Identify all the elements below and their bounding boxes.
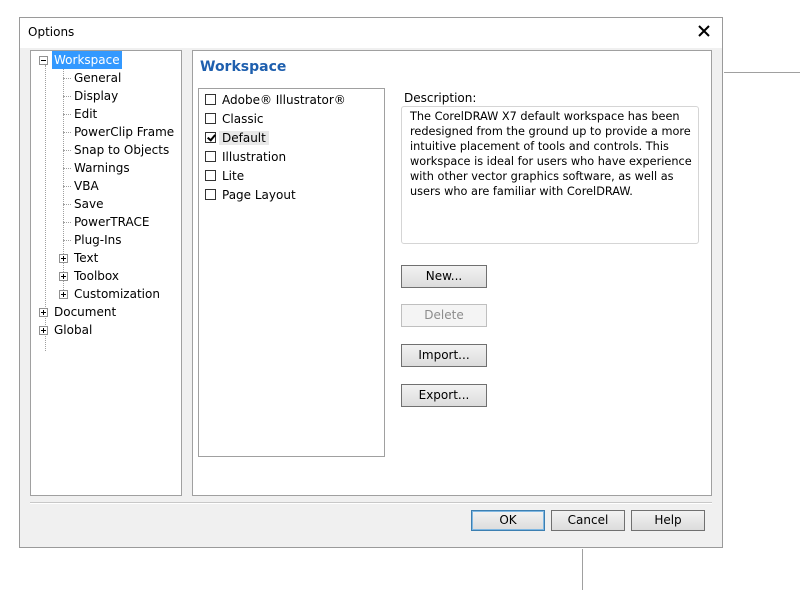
tree-item-label: Global	[54, 323, 93, 337]
expand-icon[interactable]	[39, 326, 48, 335]
tree-item-label: PowerClip Frame	[74, 125, 175, 139]
dialog-title: Options	[28, 25, 75, 39]
help-button[interactable]: Help	[631, 510, 705, 531]
workspace-panel: Workspace Adobe® Illustrator® Classic De…	[192, 50, 712, 496]
tree-connector	[63, 78, 71, 79]
delete-button[interactable]: Delete	[401, 304, 487, 327]
tree-connector	[63, 132, 71, 133]
tree-item-label: Snap to Objects	[74, 143, 170, 157]
expand-icon[interactable]	[59, 254, 68, 263]
new-button[interactable]: New...	[401, 265, 487, 288]
tree-item-powertrace[interactable]: PowerTRACE	[59, 213, 151, 231]
workspace-item-page-layout[interactable]: Page Layout	[205, 186, 296, 204]
tree-item-global[interactable]: Global	[39, 321, 94, 339]
expand-icon[interactable]	[59, 290, 68, 299]
tree-connector	[63, 114, 71, 115]
workspace-item-label: Page Layout	[222, 188, 296, 202]
workspace-item-label: Lite	[222, 169, 245, 183]
workspace-item-default[interactable]: Default	[205, 129, 269, 147]
tree-item-powerclip-frame[interactable]: PowerClip Frame	[59, 123, 176, 141]
checkbox[interactable]	[205, 170, 216, 181]
tree-item-save[interactable]: Save	[59, 195, 105, 213]
collapse-icon[interactable]	[39, 56, 48, 65]
tree-item-general[interactable]: General	[59, 69, 123, 87]
workspace-item-label: Illustration	[222, 150, 287, 164]
workspace-item-label: Adobe® Illustrator®	[222, 93, 346, 107]
divider	[30, 503, 712, 504]
workspace-list[interactable]: Adobe® Illustrator® Classic Default Illu…	[198, 88, 385, 457]
tree-item-label: Display	[74, 89, 119, 103]
tree-item-workspace[interactable]: Workspace	[39, 51, 122, 69]
workspace-item-lite[interactable]: Lite	[205, 167, 244, 185]
tree-item-label: PowerTRACE	[74, 215, 150, 229]
import-button[interactable]: Import...	[401, 344, 487, 367]
tree-connector	[63, 96, 71, 97]
checkbox[interactable]	[205, 189, 216, 200]
export-button[interactable]: Export...	[401, 384, 487, 407]
tree-item-snap-to-objects[interactable]: Snap to Objects	[59, 141, 171, 159]
tree-item-label: VBA	[74, 179, 99, 193]
tree-connector	[63, 204, 71, 205]
expand-icon[interactable]	[39, 308, 48, 317]
workspace-item-label: Classic	[222, 112, 264, 126]
tree-item-plug-ins[interactable]: Plug-Ins	[59, 231, 124, 249]
workspace-item-adobe-illustrator[interactable]: Adobe® Illustrator®	[205, 91, 346, 109]
options-tree: Workspace General Display Edit PowerClip…	[30, 50, 182, 496]
cancel-button[interactable]: Cancel	[551, 510, 625, 531]
tree-item-label: Edit	[74, 107, 98, 121]
tree-connector	[63, 150, 71, 151]
tree-item-edit[interactable]: Edit	[59, 105, 99, 123]
expand-icon[interactable]	[59, 272, 68, 281]
tree-connector	[63, 168, 71, 169]
tree-item-label: Document	[54, 305, 117, 319]
checkbox-checked[interactable]	[205, 132, 216, 143]
panel-heading: Workspace	[200, 59, 287, 75]
tree-item-toolbox[interactable]: Toolbox	[59, 267, 121, 285]
checkbox[interactable]	[205, 94, 216, 105]
tree-item-label: Customization	[74, 287, 160, 301]
workspace-item-label: Default	[219, 131, 269, 145]
checkbox[interactable]	[205, 151, 216, 162]
tree-item-display[interactable]: Display	[59, 87, 120, 105]
options-dialog: Options Workspace General Display Edit P…	[19, 17, 723, 548]
ok-button[interactable]: OK	[471, 510, 545, 531]
description-label: Description:	[401, 91, 480, 105]
description-text: The CorelDRAW X7 default workspace has b…	[410, 110, 692, 198]
tree-item-label: Save	[74, 197, 104, 211]
workspace-item-classic[interactable]: Classic	[205, 110, 264, 128]
checkbox[interactable]	[205, 113, 216, 124]
callout-line-vertical	[582, 549, 583, 590]
tree-item-document[interactable]: Document	[39, 303, 118, 321]
callout-line-horizontal	[724, 72, 800, 73]
tree-item-vba[interactable]: VBA	[59, 177, 101, 195]
tree-item-label: Plug-Ins	[74, 233, 122, 247]
tree-item-label: Warnings	[74, 161, 130, 175]
workspace-item-illustration[interactable]: Illustration	[205, 148, 286, 166]
tree-item-label: Toolbox	[74, 269, 119, 283]
tree-item-label: Workspace	[52, 51, 122, 69]
tree-item-warnings[interactable]: Warnings	[59, 159, 132, 177]
tree-connector	[63, 222, 71, 223]
tree-item-label: Text	[74, 251, 99, 265]
tree-item-text[interactable]: Text	[59, 249, 100, 267]
close-button[interactable]	[692, 19, 716, 43]
close-icon	[698, 25, 710, 37]
title-bar: Options	[20, 18, 722, 48]
tree-connector	[63, 186, 71, 187]
tree-item-customization[interactable]: Customization	[59, 285, 162, 303]
tree-item-label: General	[74, 71, 122, 85]
tree-connector	[63, 240, 71, 241]
